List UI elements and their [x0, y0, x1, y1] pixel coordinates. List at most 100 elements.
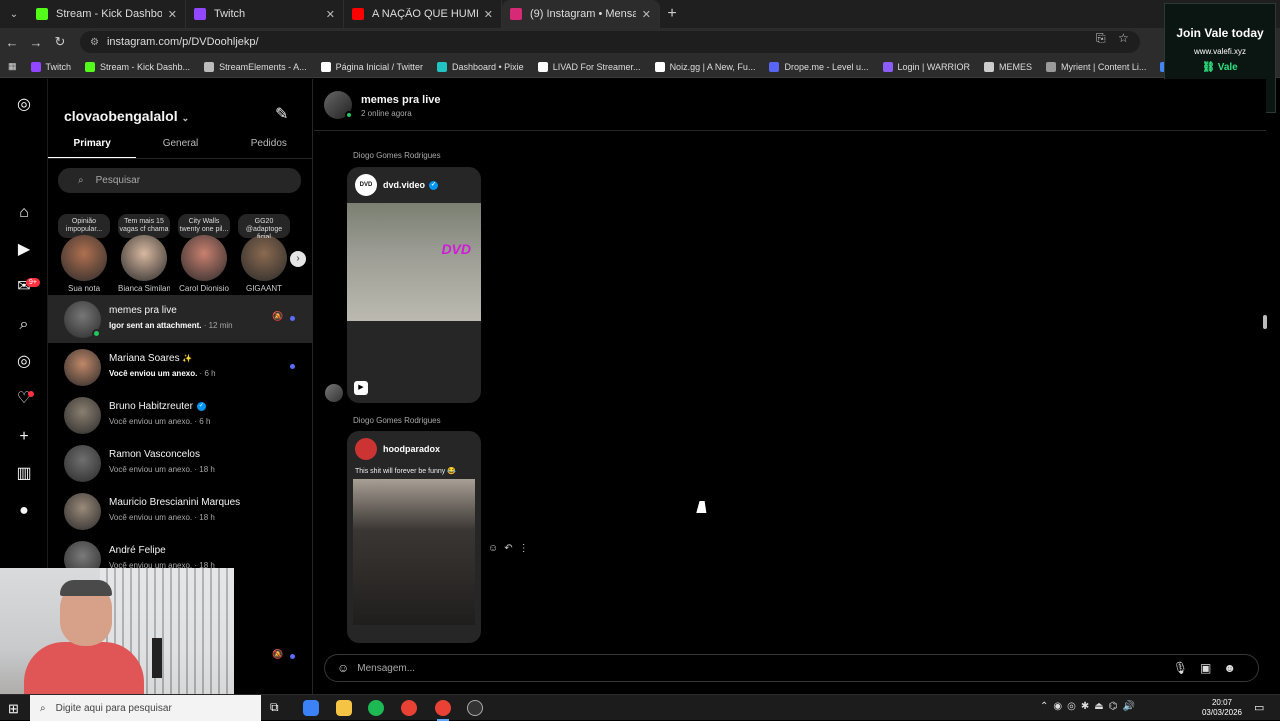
spotify-icon[interactable] [368, 700, 384, 716]
conversation-item[interactable]: Mariana Soares ✨ Você enviou um anexo. · … [48, 343, 312, 391]
notification-dot [28, 391, 34, 397]
usb-icon[interactable]: ⏏ [1094, 701, 1108, 712]
note-item[interactable]: City Walls twenty one pil... Carol Dionis… [178, 214, 230, 293]
account-switcher[interactable]: clovaobengalalol ⌄ [64, 108, 189, 124]
tab-close-icon[interactable]: ✕ [168, 8, 177, 21]
browser-tab[interactable]: (9) Instagram • Mensagens ✕ [502, 0, 660, 28]
file-explorer-icon[interactable] [336, 700, 352, 716]
new-tab-button[interactable]: + [660, 5, 684, 23]
create-plus-icon[interactable]: + [14, 427, 34, 447]
tray-app-icon[interactable]: ◎ [1067, 701, 1081, 712]
conversation-item[interactable]: Bruno Habitzreuter ✓ Você enviou um anexo.… [48, 391, 312, 439]
task-view-icon[interactable]: ⧉ [270, 700, 286, 716]
reply-icon[interactable]: ↶ [504, 543, 518, 554]
sticker-icon[interactable]: ☻ [1223, 661, 1248, 675]
post-media[interactable] [353, 479, 475, 625]
search-icon[interactable]: ⌕ [14, 315, 34, 335]
reels-icon[interactable]: ▶ [14, 240, 34, 260]
install-app-icon[interactable]: ⎘ [1096, 31, 1106, 46]
bookmark-item[interactable]: Dashboard • Pixie [436, 61, 524, 72]
site-info-icon[interactable]: ⚙ [90, 37, 99, 48]
chat-status: 2 online agora [361, 109, 412, 118]
new-message-icon[interactable]: ✎ [275, 104, 288, 124]
tab-search-icon[interactable]: ⌄ [0, 0, 28, 28]
reload-button[interactable]: ↻ [48, 34, 72, 50]
explore-icon[interactable]: ◎ [14, 352, 34, 372]
microphone-icon[interactable]: 🎙 [1173, 661, 1200, 675]
bookmark-item[interactable]: Página Inicial / Twitter [320, 61, 423, 72]
sender-avatar[interactable] [325, 384, 343, 402]
reel-play-icon[interactable]: ▶ [354, 381, 368, 395]
instagram-logo-icon[interactable]: ◎ [14, 95, 34, 115]
note-item[interactable]: GG20 @adaptoge ficial GIGAANT [238, 214, 290, 293]
conversation-item[interactable]: Mauricio Brescianini Marques Você enviou … [48, 487, 312, 535]
search-input[interactable]: ⌕ Pesquisar [58, 168, 301, 193]
taskbar-search-input[interactable]: ⌕ Digite aqui para pesquisar [30, 695, 261, 721]
notification-center-icon[interactable]: ▭ [1254, 701, 1264, 714]
browser-tab[interactable]: Stream - Kick Dashboard ✕ [28, 0, 186, 28]
bluetooth-icon[interactable]: ✱ [1081, 701, 1094, 712]
profile-avatar-icon[interactable]: ● [14, 501, 34, 521]
note-bubble: GG20 @adaptoge ficial [238, 214, 290, 238]
message-composer[interactable]: ☺ Mensagem... 🎙▣☻ [324, 654, 1259, 682]
note-item[interactable]: Opinião impopular... Sua nota [58, 214, 110, 293]
bookmark-favicon-icon [320, 61, 331, 72]
messages-badge: 9+ [26, 278, 40, 287]
taskbar-clock[interactable]: 20:07 03/03/2026 [1196, 698, 1248, 718]
bookmark-item[interactable]: Stream - Kick Dashb... [85, 61, 190, 72]
bookmark-item[interactable]: Noiz.gg | A New, Fu... [654, 61, 755, 72]
bookmark-star-icon[interactable]: ☆ [1118, 31, 1129, 45]
inbox-tab-primary[interactable]: Primary [48, 135, 137, 158]
notes-next-arrow[interactable]: › [290, 251, 306, 267]
tab-close-icon[interactable]: ✕ [642, 8, 651, 21]
conversation-item[interactable]: memes pra live Igor sent an attachment. ·… [48, 295, 312, 343]
bookmark-item[interactable]: Drope.me - Level u... [769, 61, 869, 72]
username: clovaobengalalol [64, 108, 178, 124]
inbox-tab-pedidos[interactable]: Pedidos [225, 135, 312, 158]
chrome-icon[interactable] [401, 700, 417, 716]
windows-start-icon[interactable]: ⊞ [8, 701, 19, 717]
post-media[interactable]: DVD [347, 203, 481, 321]
back-button[interactable]: ← [0, 35, 24, 50]
browser-tab[interactable]: A NAÇÃO QUE HUMILHOU OS ✕ [344, 0, 502, 28]
bookmark-item[interactable]: Login | WARRIOR [882, 61, 970, 72]
emoji-icon[interactable]: ☺ [337, 661, 349, 675]
home-icon[interactable]: ⌂ [14, 203, 34, 223]
apps-grid-icon[interactable]: ▦ [8, 61, 17, 72]
chat-scrollbar[interactable] [1262, 131, 1268, 643]
bookmark-item[interactable]: Myrient | Content Li... [1046, 61, 1147, 72]
volume-icon[interactable]: 🔊 [1122, 701, 1139, 712]
chrome-active-icon[interactable] [435, 700, 451, 721]
bookmark-item[interactable]: MEMES [984, 61, 1032, 72]
shared-post[interactable]: DVD dvd.video ✓ DVD ▶ [347, 167, 481, 403]
note-name: Carol Dionisio [179, 284, 229, 293]
copilot-icon[interactable] [303, 700, 319, 716]
more-options-icon[interactable]: ⋮ [519, 543, 535, 554]
obs-icon[interactable] [467, 700, 483, 716]
dashboard-icon[interactable]: ▥ [14, 464, 34, 484]
forward-button[interactable]: → [24, 35, 48, 50]
browser-tab[interactable]: Twitch ✕ [186, 0, 344, 28]
tab-close-icon[interactable]: ✕ [484, 8, 493, 21]
steam-tray-icon[interactable]: ◉ [1053, 701, 1067, 712]
note-item[interactable]: Tem mais 15 vagas cf chamaBianca Similam… [118, 214, 170, 293]
bookmark-label: Myrient | Content Li... [1061, 61, 1147, 72]
conversation-item[interactable]: Ramon Vasconcelos Você enviou um anexo. ·… [48, 439, 312, 487]
bookmark-item[interactable]: LIVAD For Streamer... [537, 61, 641, 72]
url-text: instagram.com/p/DVDoohljekp/ [106, 36, 259, 48]
tray-expand-icon[interactable]: ⌃ [1040, 701, 1053, 712]
scrollbar-thumb[interactable] [1263, 315, 1267, 329]
post-account-name: dvd.video [383, 180, 426, 190]
bookmark-favicon-icon [984, 61, 995, 72]
chat-title[interactable]: memes pra live [361, 94, 441, 106]
network-icon[interactable]: ⌬ [1109, 701, 1123, 712]
bookmark-item[interactable]: StreamElements - A... [204, 61, 307, 72]
shared-post[interactable]: hoodparadox This shit will forever be fu… [347, 431, 481, 643]
inbox-tab-general[interactable]: General [136, 135, 224, 158]
url-input[interactable]: ⚙ instagram.com/p/DVDoohljekp/ [80, 31, 1140, 53]
image-upload-icon[interactable]: ▣ [1200, 661, 1223, 675]
react-emoji-icon[interactable]: ☺ [488, 543, 504, 554]
bookmark-favicon-icon [30, 61, 41, 72]
bookmark-item[interactable]: Twitch [30, 61, 71, 72]
tab-close-icon[interactable]: ✕ [326, 8, 335, 21]
